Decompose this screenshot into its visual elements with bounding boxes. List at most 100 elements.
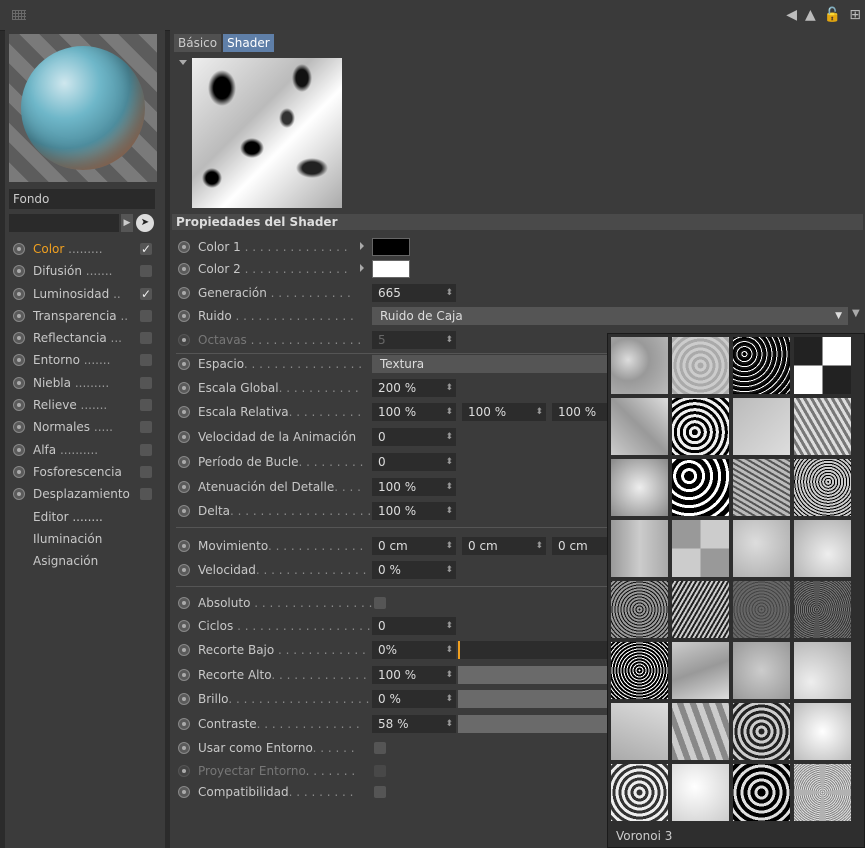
radio-icon[interactable] xyxy=(178,334,190,346)
radio-icon[interactable] xyxy=(178,564,190,576)
atenuacion-field[interactable]: 100 % ⬍ xyxy=(372,478,456,496)
noise-thumbnail[interactable] xyxy=(611,398,668,455)
noise-thumbnail[interactable] xyxy=(733,703,790,760)
noise-thumbnail[interactable] xyxy=(794,764,851,821)
noise-thumbnail[interactable] xyxy=(672,337,729,394)
spinner-icon[interactable]: ⬍ xyxy=(445,617,453,635)
noise-thumbnail[interactable] xyxy=(611,642,668,699)
checkbox[interactable] xyxy=(140,399,152,412)
noise-thumbnail[interactable] xyxy=(672,642,729,699)
checkbox[interactable] xyxy=(140,265,152,278)
checkbox[interactable] xyxy=(140,443,152,456)
channel-desplazamiento[interactable]: Desplazamiento xyxy=(5,483,165,505)
collapse-icon[interactable] xyxy=(179,60,187,65)
channel-alfa[interactable]: Alfa .......... xyxy=(5,439,165,461)
spinner-icon[interactable]: ⬍ xyxy=(445,715,453,733)
brillo-field[interactable]: 0 % ⬍ xyxy=(372,690,456,708)
noise-thumbnail[interactable] xyxy=(611,459,668,516)
checkbox[interactable] xyxy=(140,309,152,322)
checkbox[interactable] xyxy=(140,376,152,389)
tab-shader[interactable]: Shader xyxy=(223,34,274,52)
new-window-icon[interactable]: ⊞ xyxy=(849,7,861,23)
generacion-field[interactable]: 665 ⬍ xyxy=(372,284,456,302)
spinner-icon[interactable]: ⬍ xyxy=(535,403,543,421)
noise-thumbnail[interactable] xyxy=(794,703,851,760)
channel-color[interactable]: Color ......... ✓ xyxy=(5,238,165,260)
noise-thumbnail[interactable] xyxy=(794,398,851,455)
spinner-icon[interactable]: ⬍ xyxy=(445,666,453,684)
search-arrow-icon[interactable]: ▶ xyxy=(121,214,133,232)
spinner-icon[interactable]: ⬍ xyxy=(445,690,453,708)
channel-entorno[interactable]: Entorno ....... xyxy=(5,349,165,371)
compatibilidad-checkbox[interactable] xyxy=(374,786,386,798)
radio-icon[interactable] xyxy=(178,620,190,632)
expand-arrow-icon[interactable] xyxy=(360,264,364,272)
delta-field[interactable]: 100 % ⬍ xyxy=(372,502,456,520)
octavas-field[interactable]: 5 ⬍ xyxy=(372,331,456,349)
material-preview[interactable] xyxy=(9,34,157,182)
velocidad-field[interactable]: 0 % ⬍ xyxy=(372,561,456,579)
noise-thumbnail[interactable] xyxy=(794,642,851,699)
search-input[interactable] xyxy=(9,214,119,232)
color1-swatch[interactable] xyxy=(372,238,410,256)
radio-icon[interactable] xyxy=(178,765,190,777)
checkbox[interactable] xyxy=(140,465,152,478)
spinner-icon[interactable]: ⬍ xyxy=(445,502,453,520)
contraste-slider[interactable] xyxy=(458,715,608,733)
noise-thumbnail[interactable] xyxy=(733,459,790,516)
spinner-icon[interactable]: ⬍ xyxy=(445,379,453,397)
noise-thumbnail[interactable] xyxy=(672,581,729,638)
spinner-icon[interactable]: ⬍ xyxy=(445,331,453,349)
grip-icon[interactable] xyxy=(12,10,26,20)
escala-relativa-y-field[interactable]: 100 % ⬍ xyxy=(462,403,546,421)
color2-swatch[interactable] xyxy=(372,260,410,278)
spinner-icon[interactable]: ⬍ xyxy=(445,641,453,659)
noise-thumbnail[interactable] xyxy=(611,520,668,577)
velocidad-animacion-field[interactable]: 0 ⬍ xyxy=(372,428,456,446)
nav-iluminacion[interactable]: Iluminación xyxy=(5,528,165,550)
nav-asignacion[interactable]: Asignación xyxy=(5,550,165,572)
radio-icon[interactable] xyxy=(178,406,190,418)
checkbox[interactable]: ✓ xyxy=(140,243,152,255)
noise-thumbnail[interactable] xyxy=(733,764,790,821)
noise-thumbnail[interactable] xyxy=(672,398,729,455)
escala-global-field[interactable]: 200 % ⬍ xyxy=(372,379,456,397)
channel-fosforescencia[interactable]: Fosforescencia xyxy=(5,461,165,483)
noise-thumbnail[interactable] xyxy=(611,764,668,821)
up-arrow-icon[interactable]: ▲ xyxy=(805,7,816,23)
escala-relativa-x-field[interactable]: 100 % ⬍ xyxy=(372,403,456,421)
recorte-alto-field[interactable]: 100 % ⬍ xyxy=(372,666,456,684)
noise-thumbnail[interactable] xyxy=(672,520,729,577)
tab-basico[interactable]: Básico xyxy=(174,34,222,52)
radio-icon[interactable] xyxy=(178,742,190,754)
radio-icon[interactable] xyxy=(178,505,190,517)
absoluto-checkbox[interactable] xyxy=(374,597,386,609)
radio-icon[interactable] xyxy=(178,597,190,609)
channel-difusion[interactable]: Difusión ....... xyxy=(5,260,165,282)
spinner-icon[interactable]: ⬍ xyxy=(445,478,453,496)
spinner-icon[interactable]: ⬍ xyxy=(445,403,453,421)
spinner-icon[interactable]: ⬍ xyxy=(535,537,543,555)
material-name[interactable]: Fondo xyxy=(9,189,155,209)
channel-niebla[interactable]: Niebla ......... xyxy=(5,372,165,394)
channel-reflectancia[interactable]: Reflectancia ... xyxy=(5,327,165,349)
pointer-icon[interactable]: ➤ xyxy=(136,214,154,232)
slider-handle[interactable] xyxy=(458,641,460,659)
radio-icon[interactable] xyxy=(178,669,190,681)
nav-editor[interactable]: Editor ........ xyxy=(5,506,165,528)
checkbox[interactable] xyxy=(140,488,152,501)
checkbox[interactable] xyxy=(140,354,152,367)
channel-transparencia[interactable]: Transparencia .. xyxy=(5,305,165,327)
noise-thumbnail[interactable] xyxy=(672,764,729,821)
movimiento-z-field[interactable]: 0 cm xyxy=(552,537,612,555)
proyectar-entorno-checkbox[interactable] xyxy=(374,765,386,777)
noise-thumbnail[interactable] xyxy=(733,398,790,455)
escala-relativa-z-field[interactable]: 100 % xyxy=(552,403,612,421)
spinner-icon[interactable]: ⬍ xyxy=(445,428,453,446)
noise-thumbnail[interactable] xyxy=(733,337,790,394)
noise-thumbnail[interactable] xyxy=(794,520,851,577)
checkbox[interactable] xyxy=(140,332,152,345)
noise-thumbnail[interactable] xyxy=(611,337,668,394)
back-arrow-icon[interactable]: ◀ xyxy=(786,7,797,23)
noise-thumbnail[interactable] xyxy=(733,520,790,577)
